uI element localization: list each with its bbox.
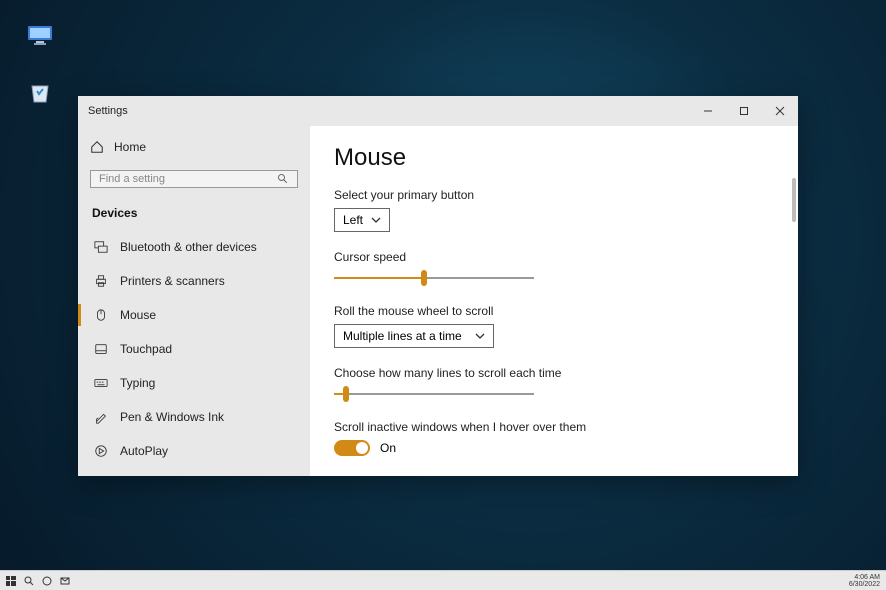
search-input[interactable]: Find a setting <box>90 170 298 188</box>
sidebar-section-label: Devices <box>78 198 310 230</box>
primary-button-label: Select your primary button <box>334 188 780 202</box>
monitor-icon <box>24 20 56 52</box>
taskbar-date: 6/30/2022 <box>849 581 880 588</box>
window-controls <box>690 96 798 126</box>
mouse-icon <box>94 308 108 322</box>
taskbar-search-icon[interactable] <box>24 576 34 586</box>
wheel-scroll-setting: Roll the mouse wheel to scroll Multiple … <box>334 304 780 348</box>
sidebar-home-label: Home <box>114 140 146 154</box>
lines-to-scroll-slider[interactable] <box>334 386 534 402</box>
sidebar-home[interactable]: Home <box>78 134 310 160</box>
taskbar-time: 4:06 AM <box>849 574 880 581</box>
sidebar-item-label: Touchpad <box>120 342 172 356</box>
desktop-icon-recycle-bin[interactable] <box>20 76 60 108</box>
task-view-icon[interactable] <box>42 576 52 586</box>
close-button[interactable] <box>762 96 798 126</box>
taskbar-clock[interactable]: 4:06 AM 6/30/2022 <box>849 574 880 588</box>
wheel-scroll-value: Multiple lines at a time <box>343 329 462 343</box>
cursor-speed-slider[interactable] <box>334 270 534 286</box>
window-title: Settings <box>88 105 128 117</box>
content-pane: Mouse Select your primary button Left Cu… <box>310 126 798 476</box>
sidebar-item-typing[interactable]: Typing <box>78 366 310 400</box>
cursor-speed-setting: Cursor speed <box>334 250 780 286</box>
cursor-speed-label: Cursor speed <box>334 250 780 264</box>
sidebar-item-printers[interactable]: Printers & scanners <box>78 264 310 298</box>
sidebar-item-mouse[interactable]: Mouse <box>78 298 310 332</box>
chevron-down-icon <box>371 215 381 225</box>
autoplay-icon <box>94 444 108 458</box>
scroll-inactive-state: On <box>380 441 396 455</box>
pen-icon <box>94 410 108 424</box>
lines-to-scroll-setting: Choose how many lines to scroll each tim… <box>334 366 780 402</box>
page-title: Mouse <box>334 144 780 172</box>
printer-icon <box>94 274 108 288</box>
taskbar[interactable]: 4:06 AM 6/30/2022 <box>0 570 886 590</box>
search-placeholder: Find a setting <box>99 173 165 185</box>
sidebar-item-label: Typing <box>120 376 155 390</box>
minimize-button[interactable] <box>690 96 726 126</box>
sidebar-item-touchpad[interactable]: Touchpad <box>78 332 310 366</box>
bluetooth-devices-icon <box>94 240 108 254</box>
search-icon <box>277 173 289 185</box>
sidebar: Home Find a setting Devices Bluetooth & … <box>78 126 310 476</box>
lines-to-scroll-label: Choose how many lines to scroll each tim… <box>334 366 780 380</box>
sidebar-item-pen[interactable]: Pen & Windows Ink <box>78 400 310 434</box>
scroll-inactive-setting: Scroll inactive windows when I hover ove… <box>334 420 780 456</box>
sidebar-item-autoplay[interactable]: AutoPlay <box>78 434 310 468</box>
settings-window: Settings Home Find a setting Devices Blu… <box>78 96 798 476</box>
home-icon <box>90 140 104 154</box>
scroll-inactive-toggle[interactable] <box>334 440 370 456</box>
chevron-down-icon <box>475 331 485 341</box>
maximize-button[interactable] <box>726 96 762 126</box>
sidebar-item-bluetooth[interactable]: Bluetooth & other devices <box>78 230 310 264</box>
sidebar-item-label: Pen & Windows Ink <box>120 410 224 424</box>
sidebar-item-label: Mouse <box>120 308 156 322</box>
desktop-icon-this-pc[interactable] <box>20 20 60 52</box>
keyboard-icon <box>94 376 108 390</box>
recycle-bin-icon <box>24 76 56 108</box>
start-icon[interactable] <box>6 576 16 586</box>
touchpad-icon <box>94 342 108 356</box>
primary-button-value: Left <box>343 213 363 227</box>
wheel-scroll-dropdown[interactable]: Multiple lines at a time <box>334 324 494 348</box>
scrollbar[interactable] <box>792 178 796 222</box>
sidebar-item-label: AutoPlay <box>120 444 168 458</box>
sidebar-item-label: Printers & scanners <box>120 274 225 288</box>
scroll-inactive-label: Scroll inactive windows when I hover ove… <box>334 420 780 434</box>
primary-button-setting: Select your primary button Left <box>334 188 780 232</box>
sidebar-item-label: Bluetooth & other devices <box>120 240 257 254</box>
mail-icon[interactable] <box>60 576 70 586</box>
wheel-scroll-label: Roll the mouse wheel to scroll <box>334 304 780 318</box>
titlebar[interactable]: Settings <box>78 96 798 126</box>
primary-button-dropdown[interactable]: Left <box>334 208 390 232</box>
